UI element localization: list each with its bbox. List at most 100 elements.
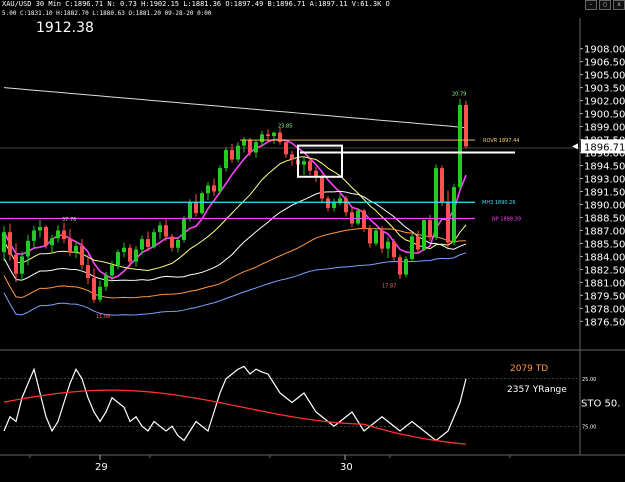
candle-body (200, 193, 204, 214)
candle-body (14, 254, 18, 274)
candle-body (158, 225, 162, 233)
candle-body (170, 236, 174, 248)
price-axis-label: 1902.00 (584, 97, 625, 108)
candle (362, 208, 366, 233)
price-axis-label: 1887.00 (584, 226, 625, 237)
candle-body (164, 225, 168, 237)
candle (194, 194, 198, 217)
candle-body (278, 132, 282, 143)
indicator-label-yrange: 2357 YRange (507, 385, 567, 395)
price-axis-label: 1894.50 (584, 162, 625, 173)
candle (464, 100, 468, 149)
candle (218, 165, 222, 195)
candle-body (326, 198, 330, 208)
price-axis-label: 1899.00 (584, 123, 625, 134)
candle (458, 98, 462, 190)
candlesticks (2, 98, 468, 304)
candle-body (122, 247, 126, 253)
candle-body (272, 132, 276, 137)
candle-body (188, 201, 192, 219)
candle (278, 128, 282, 145)
moving-average-lines (3, 87, 467, 316)
current-price-arrow-icon (572, 143, 578, 150)
candle-body (458, 104, 462, 188)
current-price-label: 1896.71 (584, 142, 625, 153)
candle (32, 226, 36, 248)
candle (392, 239, 396, 261)
candle (86, 254, 90, 285)
candle (176, 237, 180, 253)
price-axis-label: 1876.50 (584, 317, 625, 328)
candle (92, 268, 96, 304)
price-annotation: 23.85 (278, 123, 292, 129)
candle (452, 183, 456, 246)
candle (260, 130, 264, 146)
candle (152, 228, 156, 249)
candle (446, 190, 450, 248)
candle-body (44, 226, 48, 246)
candle (404, 256, 408, 278)
candle-body (308, 161, 312, 171)
candle-body (452, 187, 456, 243)
candle (158, 221, 162, 240)
candle-body (380, 230, 384, 249)
candle (50, 234, 54, 253)
level-label: NP 1888.39 (492, 216, 521, 222)
candle-body (38, 226, 42, 231)
candle-body (440, 168, 444, 202)
indicator-label-td: 2079 TD (510, 364, 548, 374)
candle (350, 207, 354, 227)
candle-body (368, 228, 372, 244)
candle (314, 166, 318, 182)
price-axis-label: 1879.50 (584, 291, 625, 302)
price-axis-label: 1882.50 (584, 265, 625, 276)
candle (206, 181, 210, 201)
price-annotation: 20.79 (452, 91, 466, 97)
indicator-axis-label: 75.00 (582, 424, 596, 430)
candle-body (80, 246, 84, 266)
candle-body (128, 247, 132, 262)
candle (332, 198, 336, 212)
candle (374, 227, 378, 247)
candle-body (248, 139, 252, 153)
candle-body (428, 220, 432, 238)
candle-body (2, 232, 6, 253)
candle (236, 142, 240, 163)
candle-body (146, 239, 150, 247)
candle-body (302, 161, 306, 165)
candle-body (218, 168, 222, 192)
level-label: MH3 1890.26 (482, 200, 516, 206)
candle (422, 218, 426, 252)
candle-body (344, 198, 348, 213)
candle (338, 194, 342, 206)
price-axis-label: 1903.50 (584, 84, 625, 95)
price-axis-label: 1878.00 (584, 304, 625, 315)
price-axis-label: 1888.50 (584, 213, 625, 224)
candle-body (374, 230, 378, 244)
price-axis-label: 1908.00 (584, 45, 625, 56)
indicator-axis-label: 25.00 (582, 377, 596, 383)
candle-body (332, 202, 336, 208)
candle-body (98, 286, 102, 300)
candle (200, 191, 204, 215)
price-axis-label: 1893.00 (584, 175, 625, 186)
price-axis-label: 1884.00 (584, 252, 625, 263)
candle (224, 147, 228, 172)
candle-body (398, 257, 402, 275)
candle-body (152, 232, 156, 247)
candle-body (134, 249, 138, 262)
candle (44, 225, 48, 249)
candle-body (224, 149, 228, 169)
ma-medium-line (3, 156, 467, 271)
candle (20, 251, 24, 281)
candle-body (50, 238, 54, 246)
price-chart[interactable]: 20.79 23.85 37.76 11.66 17.87 ROVR 1897.44 MH3… (0, 0, 625, 482)
candle (56, 225, 60, 243)
candle-body (92, 278, 96, 300)
price-axis-label: 1891.50 (584, 187, 625, 198)
candle (182, 215, 186, 243)
candle-body (356, 210, 360, 224)
candle-body (86, 265, 90, 279)
candle-body (104, 275, 108, 287)
candle-body (290, 154, 294, 160)
